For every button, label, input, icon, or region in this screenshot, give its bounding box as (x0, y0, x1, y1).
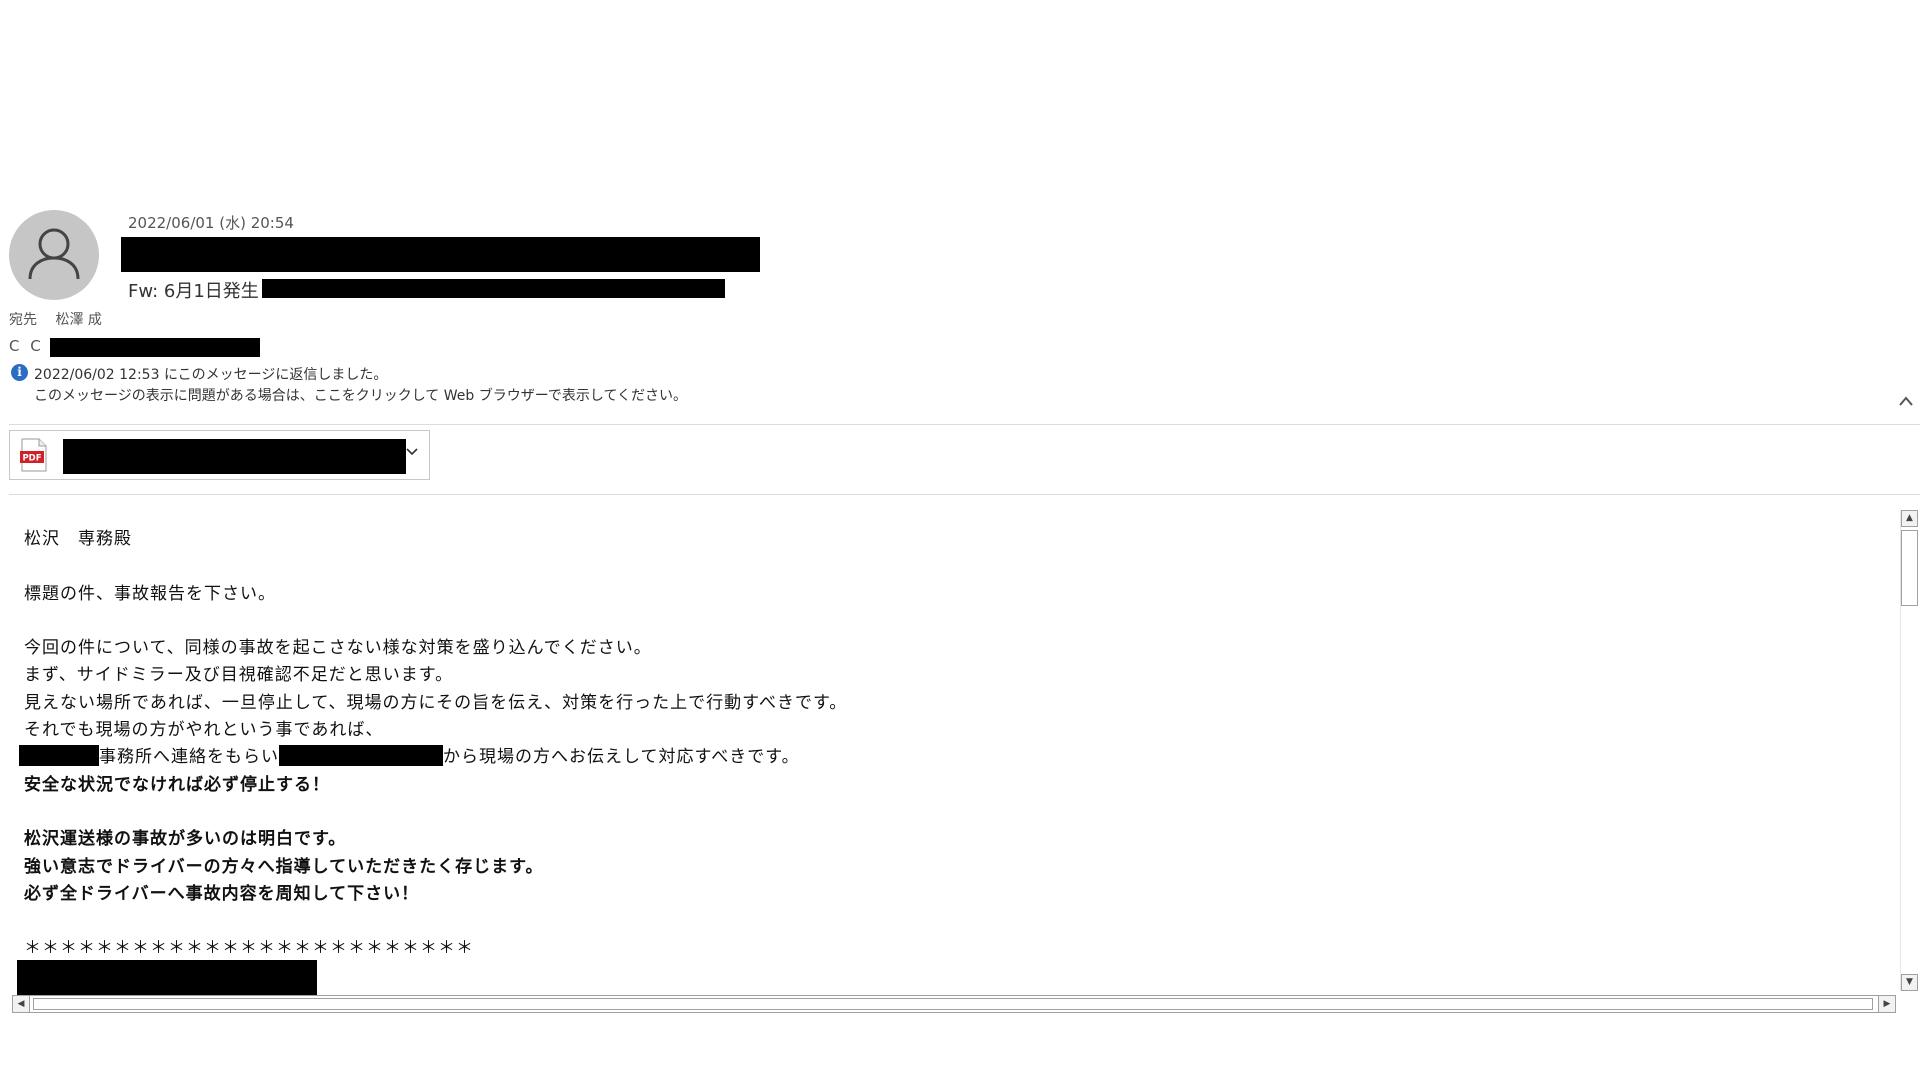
web-view-link[interactable]: このメッセージの表示に問題がある場合は、ここをクリックして Web ブラウザーで… (34, 385, 687, 405)
inline-redaction (19, 745, 99, 767)
message-subject: Fw: 6月1日発生 (128, 277, 259, 303)
attachment-divider (9, 494, 1920, 495)
scroll-left-arrow-icon[interactable]: ◀ (13, 996, 30, 1012)
horizontal-scrollbar[interactable]: ◀ ▶ (12, 995, 1896, 1013)
subject-redaction (262, 279, 725, 298)
recipient-name[interactable]: 松澤 成 (55, 312, 101, 328)
body-line: 今回の件について、同様の事故を起こさない様な対策を盛り込んでください。 (24, 638, 652, 659)
horizontal-scroll-thumb[interactable] (33, 998, 1873, 1010)
attachment-name-redaction (63, 439, 406, 474)
chevron-down-icon[interactable] (405, 441, 419, 460)
body-line: 強い意志でドライバーの方々へ指導していただきたく存じます。 (24, 856, 544, 877)
body-line: 必ず全ドライバーへ事故内容を周知して下さい！ (24, 883, 420, 904)
body-text-fragment: から現場の方へお伝えして対応すべきです。 (443, 747, 800, 768)
body-line: まず、サイドミラー及び目視確認不足だと思います。 (24, 665, 454, 686)
info-icon: i (11, 364, 28, 381)
vertical-scrollbar[interactable]: ▲ ▼ (1900, 510, 1919, 991)
body-line: それでも現場の方がやれという事であれば、 (24, 720, 384, 741)
body-text-fragment: 事務所へ連絡をもらい (99, 747, 279, 768)
to-label: 宛先 (9, 312, 37, 328)
cc-redaction (50, 338, 260, 357)
scroll-down-arrow-icon[interactable]: ▼ (1901, 974, 1918, 991)
inline-redaction (279, 745, 443, 767)
body-line: 見えない場所であれば、一旦停止して、現場の方にその旨を伝え、対策を行った上で行動… (24, 692, 848, 713)
body-line: 松沢運送様の事故が多いのは明白です。 (24, 829, 347, 850)
to-row: 宛先 松澤 成 (9, 309, 116, 329)
body-line: 事務所へ連絡をもらい から現場の方へお伝えして対応すべきです。 (19, 744, 847, 771)
sender-avatar[interactable] (9, 210, 99, 300)
salutation: 松沢 専務殿 (24, 529, 132, 549)
scroll-up-arrow-icon[interactable]: ▲ (1901, 510, 1918, 527)
chevron-up-icon[interactable] (1898, 391, 1914, 412)
person-icon (28, 228, 80, 280)
pdf-label: PDF (22, 454, 41, 464)
message-body[interactable]: 松沢 専務殿 標題の件、事故報告を下さい。 今回の件について、同様の事故を起こさ… (9, 508, 1901, 995)
body-line: 標題の件、事故報告を下さい。 (24, 583, 276, 604)
attachment-card[interactable]: PDF (9, 430, 430, 480)
body-line: 安全な状況でなければ必ず停止する！ (24, 774, 330, 795)
pdf-file-icon: PDF (20, 438, 48, 472)
signature-separator: ＊＊＊＊＊＊＊＊＊＊＊＊＊＊＊＊＊＊＊＊＊＊＊＊＊ (24, 938, 474, 959)
scroll-thumb[interactable] (1901, 530, 1918, 606)
scroll-right-arrow-icon[interactable]: ▶ (1878, 996, 1895, 1012)
header-divider (9, 424, 1920, 425)
cc-label: C C (9, 337, 44, 355)
reply-notice: 2022/06/02 12:53 にこのメッセージに返信しました。 (34, 367, 388, 383)
sender-redaction (121, 237, 760, 272)
sent-date: 2022/06/01 (水) 20:54 (128, 214, 294, 232)
subject-text: Fw: 6月1日発生 (128, 281, 259, 302)
signature-redaction (17, 960, 317, 995)
